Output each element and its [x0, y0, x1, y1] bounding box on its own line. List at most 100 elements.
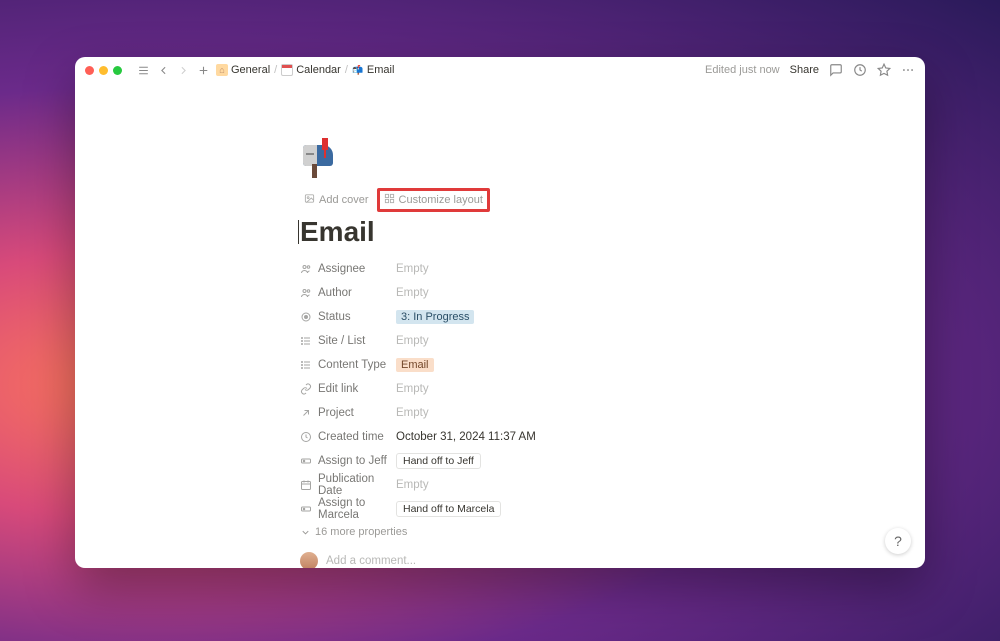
calendar-icon [281, 64, 293, 76]
property-label-text: Publication Date [318, 473, 396, 497]
property-label-text: Site / List [318, 335, 365, 347]
button-icon [300, 503, 312, 515]
more-icon[interactable] [901, 63, 915, 77]
property-row: Site / List Empty [300, 332, 700, 350]
more-properties-toggle[interactable]: 16 more properties [300, 526, 700, 538]
property-row: Author Empty [300, 284, 700, 302]
clock-icon [300, 431, 312, 443]
mail-icon: 📬 [352, 64, 364, 76]
property-label-text: Assign to Marcela [318, 497, 396, 521]
property-label-text: Assignee [318, 263, 365, 275]
avatar [300, 552, 318, 568]
crumb-separator: / [274, 64, 277, 76]
property-value[interactable]: October 31, 2024 11:37 AM [396, 431, 700, 443]
edited-status: Edited just now [705, 64, 780, 76]
property-label[interactable]: Content Type [300, 359, 396, 371]
property-row: Assign to MarcelaHand off to Marcela [300, 500, 700, 518]
share-button[interactable]: Share [790, 64, 819, 76]
status-icon [300, 311, 312, 323]
date-icon [300, 479, 312, 491]
sidebar-toggle-icon[interactable] [136, 63, 150, 77]
comment-input[interactable]: Add a comment... [326, 555, 700, 567]
close-window[interactable] [85, 66, 94, 75]
property-value[interactable]: Hand off to Marcela [396, 501, 700, 517]
property-label-text: Project [318, 407, 354, 419]
property-row: Assignee Empty [300, 260, 700, 278]
property-label[interactable]: Created time [300, 431, 396, 443]
page-title[interactable]: Email [300, 216, 700, 248]
crumb-label: Email [367, 64, 395, 76]
layout-icon [384, 193, 395, 207]
add-cover-button[interactable]: Add cover [300, 191, 373, 209]
add-cover-label: Add cover [319, 194, 369, 206]
property-row: Project Empty [300, 404, 700, 422]
button-icon [300, 455, 312, 467]
customize-layout-label: Customize layout [399, 194, 483, 206]
link-icon [300, 383, 312, 395]
more-properties-label: 16 more properties [315, 526, 407, 538]
people-icon [300, 263, 312, 275]
property-label[interactable]: Edit link [300, 383, 396, 395]
comment-icon[interactable] [829, 63, 843, 77]
property-label[interactable]: Assign to Jeff [300, 455, 396, 467]
property-list: Assignee Empty Author Empty Status 3: In Prog… [300, 260, 700, 518]
page-icon-mailbox[interactable] [300, 138, 342, 180]
property-label-text: Author [318, 287, 352, 299]
help-pill[interactable]: ? [885, 528, 911, 554]
updates-icon[interactable] [853, 63, 867, 77]
property-label-text: Assign to Jeff [318, 455, 387, 467]
crumb-label: Calendar [296, 64, 341, 76]
property-label[interactable]: Author [300, 287, 396, 299]
property-label[interactable]: Publication Date [300, 473, 396, 497]
image-icon [304, 193, 315, 207]
app-window: ⌂ General / Calendar / 📬 Email Edited ju… [75, 57, 925, 568]
property-label-text: Created time [318, 431, 384, 443]
zoom-window[interactable] [113, 66, 122, 75]
list-icon [300, 359, 312, 371]
property-row: Assign to Jeff Hand off to Jeff [300, 452, 700, 470]
property-label-text: Status [318, 311, 351, 323]
arrow-icon [300, 407, 312, 419]
property-label[interactable]: Status [300, 311, 396, 323]
comment-row[interactable]: Add a comment... [300, 552, 700, 568]
list-icon [300, 335, 312, 347]
people-icon [300, 287, 312, 299]
property-row: Created time October 31, 2024 11:37 AM [300, 428, 700, 446]
crumb-separator: / [345, 64, 348, 76]
property-value[interactable]: Empty [396, 479, 700, 491]
property-row: Content Type Email [300, 356, 700, 374]
property-value[interactable]: Empty [396, 335, 700, 347]
favorite-icon[interactable] [877, 63, 891, 77]
property-value[interactable]: Empty [396, 407, 700, 419]
window-controls [85, 66, 122, 75]
property-label[interactable]: Assign to Marcela [300, 497, 396, 521]
forward-icon[interactable] [176, 63, 190, 77]
new-page-icon[interactable] [196, 63, 210, 77]
property-value[interactable]: Hand off to Jeff [396, 453, 700, 469]
back-icon[interactable] [156, 63, 170, 77]
property-label[interactable]: Project [300, 407, 396, 419]
property-label-text: Content Type [318, 359, 386, 371]
minimize-window[interactable] [99, 66, 108, 75]
home-icon: ⌂ [216, 64, 228, 76]
page: Add cover Customize layout Email Assigne… [300, 83, 700, 568]
property-value[interactable]: 3: In Progress [396, 310, 700, 324]
property-value[interactable]: Empty [396, 383, 700, 395]
property-row: Status 3: In Progress [300, 308, 700, 326]
property-value[interactable]: Empty [396, 263, 700, 275]
customize-layout-button[interactable]: Customize layout [377, 188, 490, 212]
property-label[interactable]: Site / List [300, 335, 396, 347]
nav-controls [136, 63, 210, 77]
property-label-text: Edit link [318, 383, 358, 395]
crumb-email[interactable]: 📬 Email [352, 64, 395, 76]
property-value[interactable]: Email [396, 358, 700, 372]
property-value[interactable]: Empty [396, 287, 700, 299]
property-label[interactable]: Assignee [300, 263, 396, 275]
topbar: ⌂ General / Calendar / 📬 Email Edited ju… [75, 57, 925, 83]
breadcrumbs: ⌂ General / Calendar / 📬 Email [216, 64, 394, 76]
crumb-calendar[interactable]: Calendar [281, 64, 341, 76]
property-row: Edit link Empty [300, 380, 700, 398]
crumb-label: General [231, 64, 270, 76]
property-row: Publication DateEmpty [300, 476, 700, 494]
crumb-general[interactable]: ⌂ General [216, 64, 270, 76]
